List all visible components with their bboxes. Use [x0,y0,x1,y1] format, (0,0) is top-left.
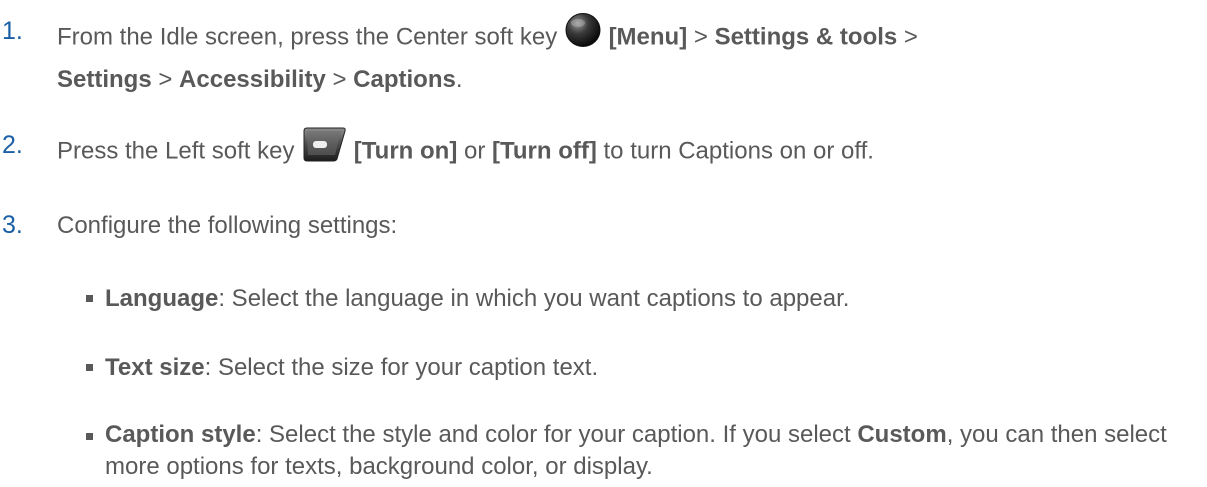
step-text-segment: to turn Captions on or off. [596,137,874,165]
caption-style-term: Caption style [105,421,256,448]
left-soft-key-icon [301,125,347,173]
captions-label: Captions [353,66,456,93]
separator: > [325,66,354,93]
turn-off-label: [Turn off] [492,137,597,165]
step-text: Press the Left soft key [Turn on] or [Tu… [57,125,1177,176]
list-item-description: : Select the size for your caption text. [204,354,599,381]
settings-label: Settings [57,66,152,93]
language-term: Language [105,285,219,312]
bullet-icon [86,295,93,302]
step-text-segment: or [457,137,492,165]
separator: > [897,23,918,51]
step-text: From the Idle screen, press the Center s… [57,11,1177,97]
step-text-segment: From the Idle screen, press the Center s… [57,23,564,51]
step-number: 3. [2,211,23,239]
separator: > [687,23,715,51]
center-soft-key-icon [564,11,602,59]
settings-tools-label: Settings & tools [714,23,898,51]
step-text-segment: Press the Left soft key [57,137,302,165]
list-item-description: : Select the language in which you want … [218,285,850,312]
menu-label: [Menu] [608,23,688,51]
separator: > [151,66,180,93]
step-number: 1. [2,17,23,45]
list-item-text: Text size: Select the size for your capt… [105,350,1195,385]
bullet-icon [86,364,93,371]
list-item-text: Language: Select the language in which y… [105,281,1195,316]
step-number: 2. [2,131,23,159]
list-item-text: Caption style: Select the style and colo… [105,419,1195,483]
step-text: Configure the following settings: [57,212,398,239]
text-size-term: Text size [105,354,205,381]
bullet-icon [86,433,93,440]
custom-term: Custom [857,421,947,448]
accessibility-label: Accessibility [179,66,326,93]
turn-on-label: [Turn on] [353,137,458,165]
period: . [455,66,463,93]
list-item-description: : Select the style and color for your ca… [255,421,858,448]
